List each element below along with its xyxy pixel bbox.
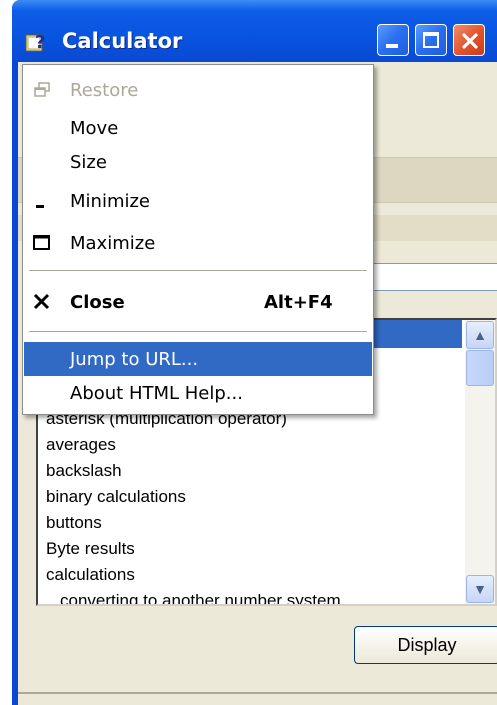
menu-item-maximize[interactable]: Maximize [24, 226, 372, 260]
menu-item-shortcut: Alt+F4 [264, 292, 333, 313]
menu-item-label: Move [70, 118, 119, 139]
menu-item-size[interactable]: Size [24, 145, 372, 179]
title-bar[interactable]: ? Calculator [12, 0, 497, 62]
display-button[interactable]: Display [354, 626, 497, 664]
close-icon [462, 33, 478, 49]
maximize-icon [423, 32, 439, 48]
scroll-thumb[interactable] [466, 350, 494, 386]
minimize-icon [386, 44, 398, 48]
svg-text:?: ? [35, 32, 45, 53]
scroll-down-button[interactable]: ▼ [466, 575, 494, 603]
menu-item-label: Jump to URL... [70, 349, 199, 370]
menu-item-minimize[interactable]: Minimize [24, 184, 372, 218]
menu-item-close[interactable]: Close Alt+F4 [24, 285, 372, 319]
menu-item-label: Restore [70, 80, 139, 101]
chevron-up-icon: ▲ [473, 327, 487, 343]
menu-item-label: Size [70, 152, 107, 173]
close-button[interactable] [453, 24, 485, 56]
minimize-button[interactable] [377, 24, 409, 56]
close-icon [33, 293, 50, 310]
menu-item-restore[interactable]: Restore [24, 73, 372, 107]
help-book-icon[interactable]: ? [24, 27, 50, 53]
list-item[interactable]: buttons [46, 510, 341, 536]
system-menu: Restore Move Size Minimize Maximize Clos… [22, 64, 374, 415]
window-title: Calculator [62, 29, 183, 53]
list-item[interactable]: averages [46, 432, 341, 458]
chevron-down-icon: ▼ [473, 581, 487, 597]
menu-item-label: About HTML Help... [70, 383, 243, 404]
menu-item-jump-to-url[interactable]: Jump to URL... [24, 342, 372, 376]
index-items: asterisk (multiplication operator) avera… [46, 406, 341, 604]
maximize-icon [33, 235, 50, 250]
vertical-scrollbar[interactable]: ▲ ▼ [465, 320, 495, 604]
menu-item-label: Maximize [70, 233, 156, 254]
menu-separator [29, 270, 367, 271]
list-item[interactable]: converting to another number system [46, 588, 341, 604]
list-item[interactable]: binary calculations [46, 484, 341, 510]
keyword-input[interactable] [368, 263, 497, 291]
menu-item-move[interactable]: Move [24, 111, 372, 145]
menu-item-label: Minimize [70, 191, 150, 212]
maximize-button[interactable] [415, 24, 447, 56]
minimize-icon [36, 205, 44, 208]
scroll-up-button[interactable]: ▲ [466, 321, 494, 349]
menu-separator [29, 331, 367, 332]
list-item[interactable]: Byte results [46, 536, 341, 562]
divider [18, 692, 497, 694]
list-item[interactable]: calculations [46, 562, 341, 588]
menu-item-about-html-help[interactable]: About HTML Help... [24, 376, 372, 410]
restore-icon [34, 82, 50, 97]
list-item[interactable]: backslash [46, 458, 341, 484]
menu-item-label: Close [70, 292, 125, 313]
